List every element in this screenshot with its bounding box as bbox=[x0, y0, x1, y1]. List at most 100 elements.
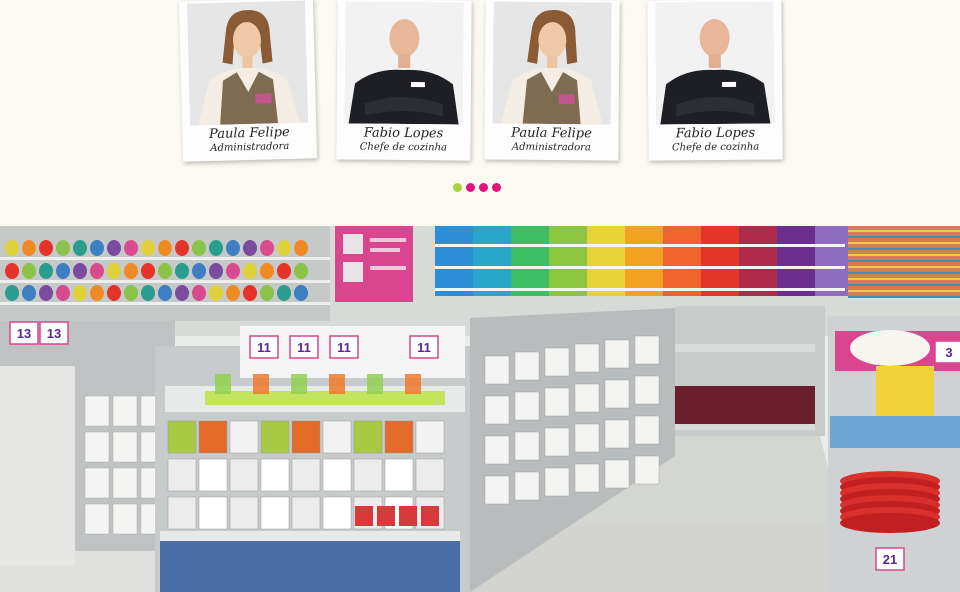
pager-dot-3[interactable] bbox=[479, 183, 488, 192]
plate bbox=[192, 263, 206, 279]
product-box bbox=[229, 496, 259, 530]
price-tag-label: 11 bbox=[417, 340, 431, 355]
plate bbox=[90, 240, 104, 256]
product-box bbox=[514, 391, 540, 421]
product-box bbox=[260, 420, 290, 454]
product-box bbox=[112, 431, 138, 463]
plate bbox=[107, 240, 121, 256]
tumbler bbox=[215, 374, 231, 394]
plate bbox=[39, 285, 53, 301]
shelf-edge bbox=[435, 288, 845, 291]
product-box bbox=[260, 496, 290, 530]
price-tag-label: 21 bbox=[883, 552, 897, 567]
textile-stripe bbox=[848, 236, 960, 238]
product-box bbox=[634, 335, 660, 365]
glassware-block bbox=[739, 226, 777, 296]
plate bbox=[260, 240, 274, 256]
product-box bbox=[544, 387, 570, 417]
team-photo bbox=[655, 1, 775, 125]
plate bbox=[192, 240, 206, 256]
product-box bbox=[574, 423, 600, 453]
product-box bbox=[484, 435, 510, 465]
shelf-edge bbox=[0, 302, 330, 305]
product-box bbox=[291, 458, 321, 492]
plate bbox=[209, 285, 223, 301]
pager-dot-1[interactable] bbox=[453, 183, 462, 192]
glassware-block bbox=[511, 226, 549, 296]
shelf-edge bbox=[435, 244, 845, 247]
team-card[interactable]: Fabio Lopes Chefe de cozinha bbox=[336, 0, 472, 161]
plate bbox=[294, 285, 308, 301]
product-box bbox=[544, 467, 570, 497]
team-card[interactable]: Paula Felipe Administradora bbox=[178, 0, 318, 162]
glassware-block bbox=[435, 226, 473, 296]
product-box bbox=[112, 503, 138, 535]
plate bbox=[73, 263, 87, 279]
plate bbox=[158, 285, 172, 301]
product-box bbox=[198, 420, 228, 454]
textile-stripe bbox=[848, 230, 960, 232]
product-box bbox=[112, 395, 138, 427]
team-card[interactable]: Fabio Lopes Chefe de cozinha bbox=[647, 0, 783, 161]
store-photo: 13 13 11 11 11 11 3 21 bbox=[0, 226, 960, 592]
plate bbox=[22, 285, 36, 301]
product-box bbox=[353, 458, 383, 492]
product-box bbox=[544, 427, 570, 457]
plate bbox=[226, 240, 240, 256]
woman-portrait-icon bbox=[186, 0, 309, 126]
plate bbox=[56, 240, 70, 256]
product-box bbox=[84, 503, 110, 535]
plate bbox=[243, 263, 257, 279]
team-photo bbox=[186, 0, 309, 126]
team-card[interactable]: Paula Felipe Administradora bbox=[484, 0, 620, 161]
product-box bbox=[484, 475, 510, 505]
red-box bbox=[421, 506, 439, 526]
product-box bbox=[384, 458, 414, 492]
plate bbox=[277, 263, 291, 279]
product-box bbox=[604, 419, 630, 449]
plate bbox=[277, 285, 291, 301]
textile-stripe bbox=[848, 278, 960, 280]
product-box bbox=[112, 467, 138, 499]
plate bbox=[192, 285, 206, 301]
product-box bbox=[634, 415, 660, 445]
product-box bbox=[322, 420, 352, 454]
product-box bbox=[84, 431, 110, 463]
product-box bbox=[167, 496, 197, 530]
team-role: Chefe de cozinha bbox=[359, 141, 448, 154]
product-box bbox=[484, 395, 510, 425]
plate bbox=[107, 263, 121, 279]
glassware-block bbox=[473, 226, 511, 296]
plate bbox=[277, 240, 291, 256]
product-box bbox=[604, 379, 630, 409]
chef-portrait-icon bbox=[655, 1, 775, 125]
price-tag-label: 13 bbox=[47, 326, 61, 341]
team-role: Administradora bbox=[511, 141, 591, 154]
product-box bbox=[634, 375, 660, 405]
textile-stripe bbox=[848, 284, 960, 286]
pager-dot-4[interactable] bbox=[492, 183, 501, 192]
pager-dot-2[interactable] bbox=[466, 183, 475, 192]
woman-portrait-icon bbox=[492, 1, 612, 125]
plate bbox=[73, 285, 87, 301]
shelf-edge bbox=[435, 266, 845, 269]
glassware-block bbox=[625, 226, 663, 296]
textile-stripe bbox=[848, 254, 960, 256]
plate bbox=[243, 285, 257, 301]
product-box bbox=[198, 458, 228, 492]
red-plate bbox=[840, 513, 940, 533]
plate bbox=[141, 263, 155, 279]
price-tag-label: 11 bbox=[257, 340, 271, 355]
product-box bbox=[167, 420, 197, 454]
red-box bbox=[399, 506, 417, 526]
product-box bbox=[322, 458, 352, 492]
product-box bbox=[574, 343, 600, 373]
plate bbox=[73, 240, 87, 256]
team-photo bbox=[344, 1, 464, 125]
textile-stripe bbox=[848, 242, 960, 244]
team-photo bbox=[492, 1, 612, 125]
plate bbox=[39, 263, 53, 279]
glassware-block bbox=[815, 226, 853, 296]
product-box bbox=[229, 420, 259, 454]
plate bbox=[90, 285, 104, 301]
